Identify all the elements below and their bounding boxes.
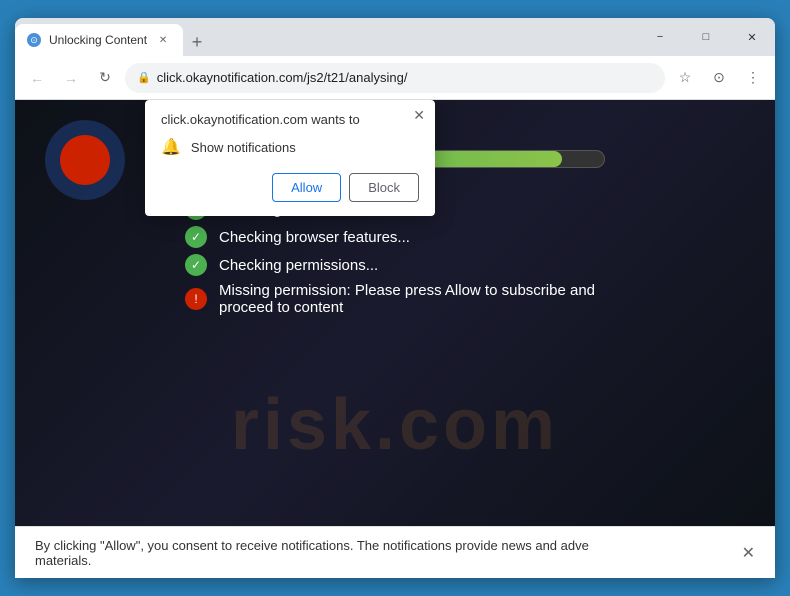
close-window-button[interactable]: ✕ bbox=[729, 18, 775, 56]
url-text: click.okaynotification.com/js2/t21/analy… bbox=[157, 70, 653, 85]
active-tab[interactable]: ⊙ Unlocking Content ✕ bbox=[15, 24, 183, 56]
check-text-3: Missing permission: Please press Allow t… bbox=[219, 282, 605, 316]
browser-window: ⊙ Unlocking Content ✕ + − □ ✕ ← → ↻ 🔒 cl… bbox=[15, 18, 775, 578]
notification-popup: ✕ click.okaynotification.com wants to 🔔 … bbox=[145, 100, 435, 216]
check-text-2: Checking permissions... bbox=[219, 257, 378, 274]
tab-label: Unlocking Content bbox=[49, 33, 147, 47]
check-icon-green-1: ✓ bbox=[185, 226, 207, 248]
address-bar[interactable]: 🔒 click.okaynotification.com/js2/t21/ana… bbox=[125, 63, 665, 93]
refresh-button[interactable]: ↻ bbox=[91, 64, 119, 92]
tab-close-button[interactable]: ✕ bbox=[155, 32, 171, 48]
navigation-bar: ← → ↻ 🔒 click.okaynotification.com/js2/t… bbox=[15, 56, 775, 100]
bottom-bar-close-button[interactable]: ✕ bbox=[742, 543, 755, 563]
bottom-bar: By clicking "Allow", you consent to rece… bbox=[15, 526, 775, 578]
check-text-1: Checking browser features... bbox=[219, 229, 410, 246]
bottom-bar-text-line1: By clicking "Allow", you consent to rece… bbox=[35, 538, 755, 553]
permission-text: Show notifications bbox=[191, 140, 296, 155]
page-content: risk.com ✕ click.okaynotification.com wa… bbox=[15, 100, 775, 526]
popup-permission-row: 🔔 Show notifications bbox=[161, 137, 419, 157]
maximize-button[interactable]: □ bbox=[683, 18, 729, 56]
check-icon-warn-3: ! bbox=[185, 288, 207, 310]
lock-icon: 🔒 bbox=[137, 71, 151, 84]
check-item-1: ✓ Checking browser features... bbox=[185, 226, 605, 248]
window-controls: − □ ✕ bbox=[637, 18, 775, 56]
popup-buttons: Allow Block bbox=[161, 173, 419, 202]
minimize-button[interactable]: − bbox=[637, 18, 683, 56]
forward-button[interactable]: → bbox=[57, 64, 85, 92]
bell-icon: 🔔 bbox=[161, 137, 181, 157]
back-button[interactable]: ← bbox=[23, 64, 51, 92]
allow-button[interactable]: Allow bbox=[272, 173, 341, 202]
tab-bar: ⊙ Unlocking Content ✕ + − □ ✕ bbox=[15, 18, 775, 56]
menu-icon[interactable]: ⋮ bbox=[739, 64, 767, 92]
popup-title: click.okaynotification.com wants to bbox=[161, 112, 419, 127]
bookmark-icon[interactable]: ☆ bbox=[671, 64, 699, 92]
tab-favicon: ⊙ bbox=[27, 33, 41, 47]
block-button[interactable]: Block bbox=[349, 173, 419, 202]
check-item-2: ✓ Checking permissions... bbox=[185, 254, 605, 276]
bottom-bar-text-line2: materials. bbox=[35, 553, 755, 568]
new-tab-button[interactable]: + bbox=[183, 28, 211, 56]
check-icon-green-2: ✓ bbox=[185, 254, 207, 276]
check-item-3: ! Missing permission: Please press Allow… bbox=[185, 282, 605, 316]
popup-close-button[interactable]: ✕ bbox=[413, 108, 425, 122]
profile-icon[interactable]: ⊙ bbox=[705, 64, 733, 92]
